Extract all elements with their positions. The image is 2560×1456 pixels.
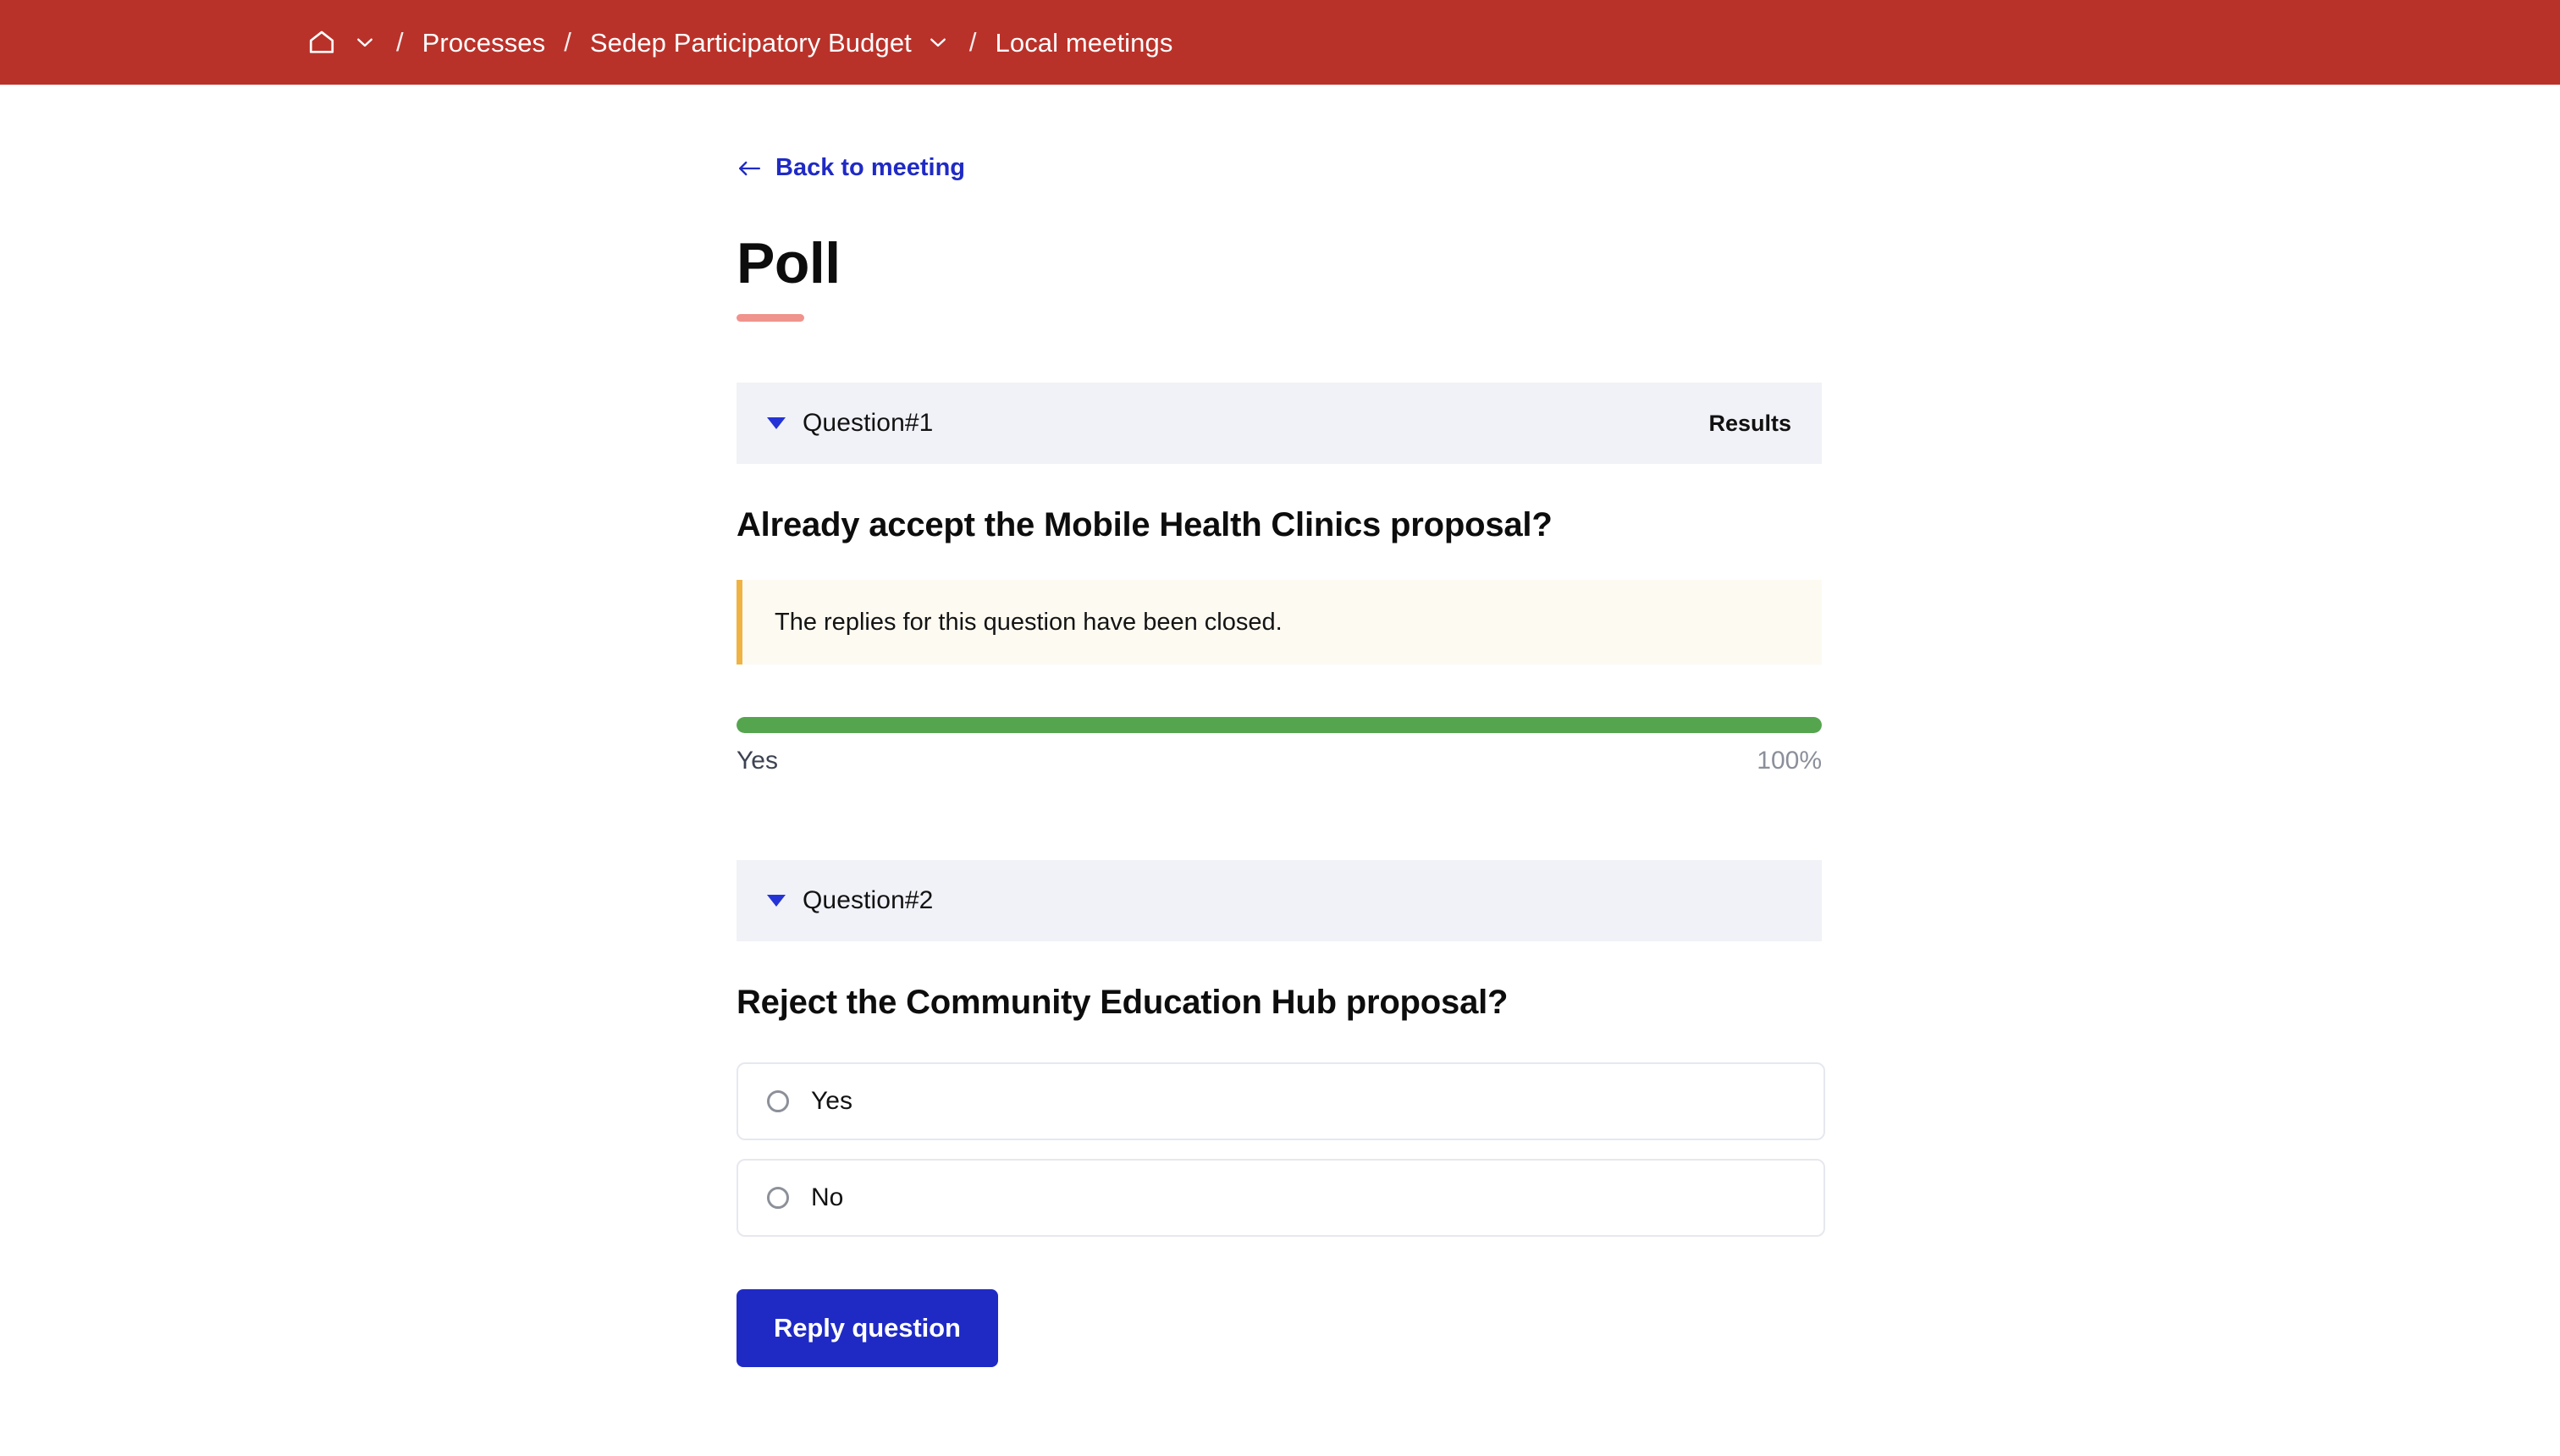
- question-2-number-label: Question#2: [803, 886, 934, 914]
- page-body: Back to meeting Poll Question#1 Results …: [0, 85, 2560, 1367]
- question-1-title: Already accept the Mobile Health Clinics…: [737, 506, 1553, 543]
- question-2-toggle[interactable]: Question#2: [767, 886, 933, 915]
- reply-question-button[interactable]: Reply question: [737, 1289, 998, 1367]
- question-2-options: Yes No: [737, 1062, 1825, 1237]
- home-icon[interactable]: [305, 25, 339, 59]
- breadcrumb-item-processes[interactable]: Processes: [422, 30, 546, 56]
- triangle-down-icon: [767, 895, 786, 907]
- home-chevron-down-icon[interactable]: [352, 30, 378, 55]
- result-bar-track: [737, 717, 1822, 733]
- question-2-title: Reject the Community Education Hub propo…: [737, 984, 1509, 1021]
- result-option-label: Yes: [737, 747, 778, 775]
- option-yes[interactable]: Yes: [737, 1062, 1825, 1140]
- question-1-closed-notice: The replies for this question have been …: [737, 580, 1822, 665]
- question-1-number-label: Question#1: [803, 409, 934, 437]
- process-chevron-down-icon[interactable]: [925, 30, 951, 55]
- radio-icon[interactable]: [767, 1090, 789, 1112]
- question-1-results-button[interactable]: Results: [1708, 411, 1791, 437]
- result-percent-label: 100%: [1757, 747, 1822, 775]
- question-1-result-row: Yes 100%: [737, 717, 1822, 775]
- option-yes-label: Yes: [811, 1087, 852, 1115]
- back-to-meeting-label: Back to meeting: [775, 154, 965, 181]
- breadcrumb-separator-2: /: [564, 27, 571, 57]
- result-bar-fill: [737, 717, 1822, 733]
- breadcrumb-separator-1: /: [396, 27, 404, 57]
- breadcrumb: / Processes / Sedep Participatory Budget…: [305, 0, 1172, 85]
- option-no[interactable]: No: [737, 1159, 1825, 1237]
- question-block-1: Question#1 Results Already accept the Mo…: [737, 383, 1822, 775]
- question-1-closed-notice-text: The replies for this question have been …: [775, 608, 1283, 636]
- triangle-down-icon: [767, 417, 786, 429]
- back-to-meeting-link[interactable]: Back to meeting: [737, 154, 965, 182]
- question-block-2: Question#2 Reject the Community Educatio…: [737, 860, 1825, 1367]
- question-1-header[interactable]: Question#1 Results: [737, 383, 1822, 464]
- breadcrumb-item-local-meetings[interactable]: Local meetings: [996, 30, 1173, 56]
- page-title: Poll: [737, 231, 841, 295]
- result-bar-legend: Yes 100%: [737, 747, 1822, 775]
- arrow-left-icon: [737, 156, 762, 181]
- radio-icon[interactable]: [767, 1187, 789, 1209]
- breadcrumb-separator-3: /: [968, 27, 977, 57]
- content-column: Back to meeting Poll Question#1 Results …: [737, 85, 1825, 1367]
- top-navigation-bar: / Processes / Sedep Participatory Budget…: [0, 0, 2560, 85]
- question-2-header[interactable]: Question#2: [737, 860, 1822, 941]
- question-1-toggle[interactable]: Question#1: [767, 409, 933, 438]
- option-no-label: No: [811, 1183, 844, 1211]
- title-underline-decoration: [737, 314, 804, 322]
- breadcrumb-item-sedep-participatory-budget[interactable]: Sedep Participatory Budget: [590, 30, 912, 56]
